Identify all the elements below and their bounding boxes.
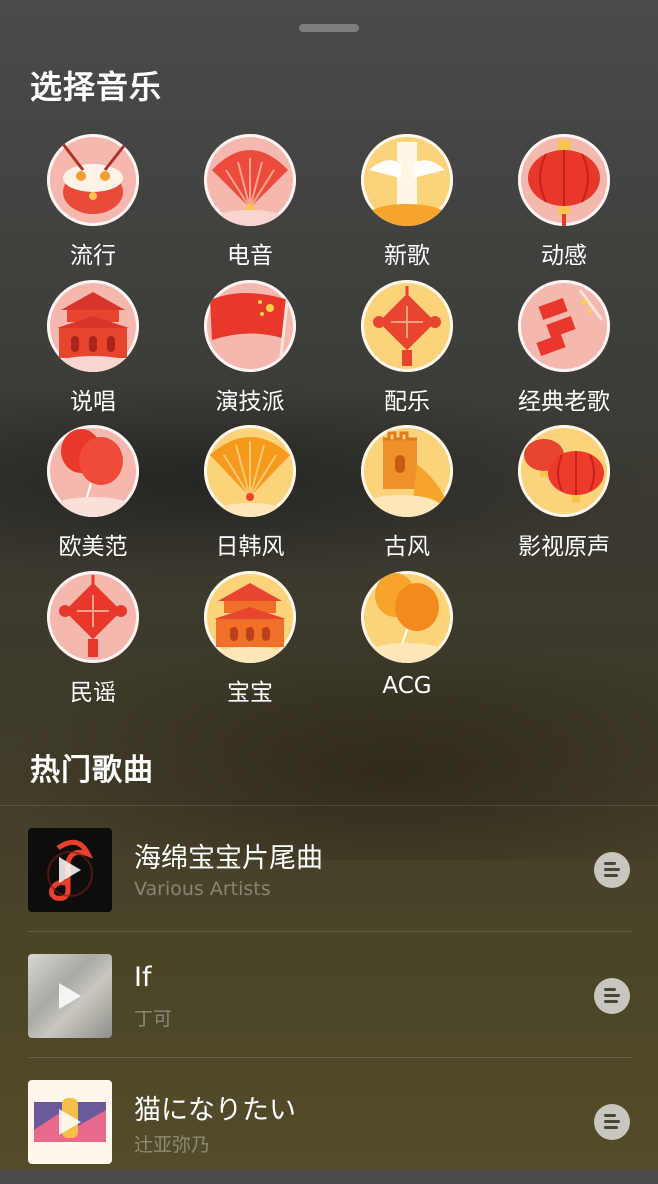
genre-label: 演技派 [215,389,285,415]
genre-item-acting[interactable]: 演技派 [170,280,330,416]
song-title: 海绵宝宝片尾曲 [134,843,323,874]
genre-item-ancient[interactable]: 古风 [327,425,487,561]
firecracker-icon [518,280,610,372]
song-artist: Various Artists [134,878,271,900]
genre-item-electronic[interactable]: 电音 [170,134,330,270]
fan-icon [204,134,296,226]
more-icon[interactable] [594,852,630,888]
genre-item-ost[interactable]: 影视原声 [484,425,644,561]
genre-label: 日韩风 [215,534,285,560]
fan-icon [204,425,296,517]
genre-label: 说唱 [70,389,116,415]
drum-icon [47,134,139,226]
genre-item-folk[interactable]: 民谣 [13,571,173,707]
genre-label: 宝宝 [227,680,273,706]
genre-item-western[interactable]: 欧美范 [13,425,173,561]
lantern-icon [518,134,610,226]
lanterns-icon [518,425,610,517]
play-icon [59,983,81,1009]
page-title: 选择音乐 [30,68,163,106]
genre-item-new[interactable]: 新歌 [327,134,487,270]
gate-tower-icon [47,280,139,372]
great-wall-icon [361,425,453,517]
chinese-knot-icon [361,280,453,372]
balloons-icon [47,425,139,517]
genre-label: 流行 [70,243,116,269]
balloons-icon [361,571,453,663]
gate-tower-icon [204,571,296,663]
genre-item-baby[interactable]: 宝宝 [170,571,330,707]
chinese-knot-icon [47,571,139,663]
monument-icon [361,134,453,226]
genre-item-rap[interactable]: 说唱 [13,280,173,416]
genre-label: 电音 [227,243,273,269]
genre-label: 配乐 [384,389,430,415]
genre-label: 新歌 [384,243,430,269]
genre-label: 影视原声 [518,534,610,560]
drag-handle[interactable] [299,24,359,32]
genre-label: ACG [382,673,432,699]
song-title: 猫になりたい [134,1095,296,1126]
hot-songs-title: 热门歌曲 [30,753,154,788]
song-row[interactable]: 猫になりたい 辻亚弥乃 [28,1058,632,1184]
genre-item-dynamic[interactable]: 动感 [484,134,644,270]
genre-item-pop[interactable]: 流行 [13,134,173,270]
genre-label: 民谣 [70,680,116,706]
song-artist: 辻亚弥乃 [134,1134,211,1156]
genre-label: 古风 [384,534,430,560]
more-icon[interactable] [594,978,630,1014]
genre-item-jk[interactable]: 日韩风 [170,425,330,561]
album-cover [28,828,112,912]
genre-label: 经典老歌 [518,389,610,415]
genre-item-acg[interactable]: ACG [327,571,487,699]
genre-item-classics[interactable]: 经典老歌 [484,280,644,416]
song-row[interactable]: If 丁可 [28,932,632,1058]
genre-label: 动感 [541,243,587,269]
album-cover [28,954,112,1038]
song-row[interactable]: 海绵宝宝片尾曲 Various Artists [28,806,632,932]
song-title: If [134,962,152,993]
song-artist: 丁可 [134,1008,173,1030]
play-icon [59,857,81,883]
flag-icon [204,280,296,372]
genre-label: 欧美范 [58,534,128,560]
play-icon [59,1109,81,1135]
genre-item-soundtrack[interactable]: 配乐 [327,280,487,416]
more-icon[interactable] [594,1104,630,1140]
album-cover [28,1080,112,1164]
hot-song-list: 海绵宝宝片尾曲 Various Artists If 丁可 猫になりたい 辻亚弥… [0,805,658,1164]
